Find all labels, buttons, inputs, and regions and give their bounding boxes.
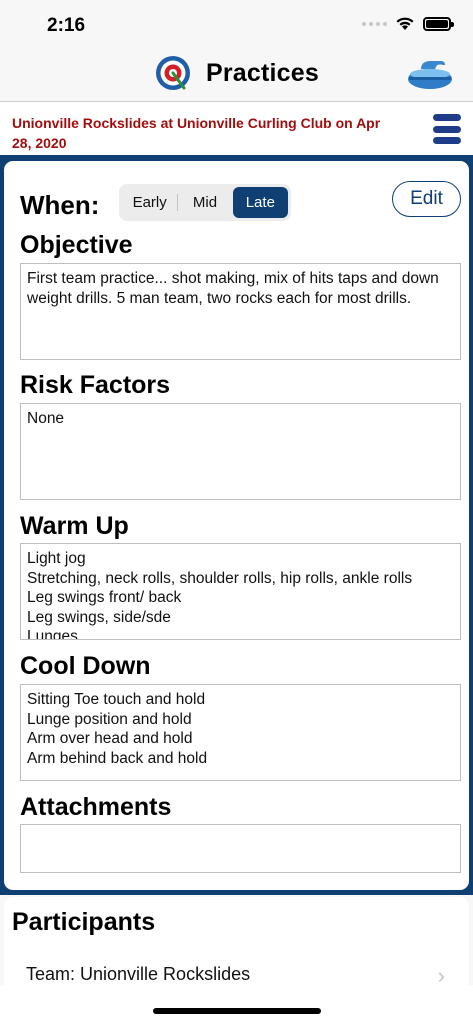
participants-title: Participants [12,908,156,936]
chevron-right-icon: › [437,963,445,988]
content-frame: When: Early Mid Late Edit Objective Firs… [0,155,473,895]
participant-team-row[interactable]: Team: Unionville Rockslides › [4,957,469,993]
attachments-box[interactable] [20,824,461,873]
cool-down-title: Cool Down [20,652,151,680]
when-option-early[interactable]: Early [122,187,177,218]
curling-stone-icon[interactable] [407,57,453,91]
objective-title: Objective [20,231,133,259]
status-bar: 2:16 [0,0,473,50]
practice-context-label: Unionville Rockslides at Unionville Curl… [12,115,381,151]
home-indicator[interactable] [153,1008,321,1014]
wifi-icon [396,17,414,30]
practice-details-card: When: Early Mid Late Edit Objective Firs… [4,161,469,890]
risk-factors-textbox[interactable]: None [20,403,461,500]
risk-factors-title: Risk Factors [20,371,171,399]
navigation-bar: Practices [0,50,473,102]
edit-button[interactable]: Edit [392,181,461,217]
warm-up-title: Warm Up [20,512,129,540]
when-option-late[interactable]: Late [232,187,288,218]
cellular-signal-icon [362,21,387,26]
curling-house-logo-icon [156,56,190,90]
participants-section: Participants Team: Unionville Rockslides… [4,897,469,997]
practice-subheader: Unionville Rockslides at Unionville Curl… [0,102,473,155]
page-title: Practices [206,58,319,87]
cool-down-textbox[interactable]: Sitting Toe touch and hold Lunge positio… [20,684,461,781]
when-label: When: [20,190,100,220]
participant-team-label: Team: Unionville Rockslides [26,964,251,984]
when-segmented-control: Early Mid Late [119,184,291,221]
status-time: 2:16 [47,15,86,36]
nav-title-group: Practices [154,54,319,92]
menu-icon[interactable] [433,114,461,144]
status-icons [362,16,454,31]
attachments-title: Attachments [20,793,172,821]
objective-textbox[interactable]: First team practice... shot making, mix … [20,263,461,360]
when-option-mid[interactable]: Mid [177,187,232,218]
battery-icon [423,16,454,31]
warm-up-textbox[interactable]: Light jog Stretching, neck rolls, should… [20,543,461,640]
